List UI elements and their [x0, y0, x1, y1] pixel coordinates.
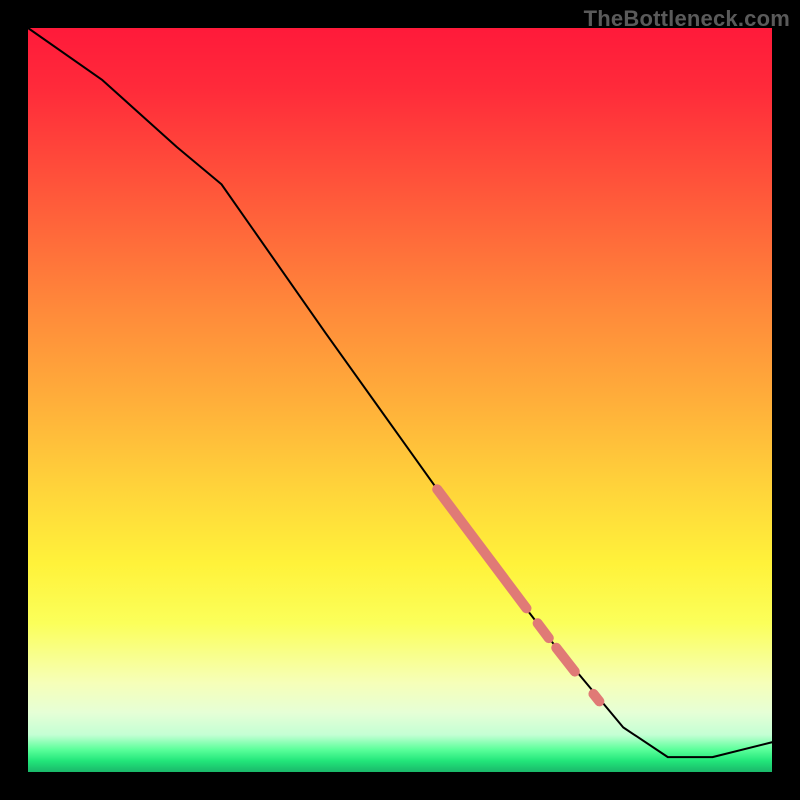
highlight-segment [538, 623, 549, 638]
highlight-segment [437, 489, 526, 608]
highlight-segment [556, 648, 575, 672]
chart-svg [28, 28, 772, 772]
curve-path [28, 28, 772, 757]
series-layer [28, 28, 772, 757]
highlight-segment [593, 694, 599, 701]
chart-stage: TheBottleneck.com [0, 0, 800, 800]
